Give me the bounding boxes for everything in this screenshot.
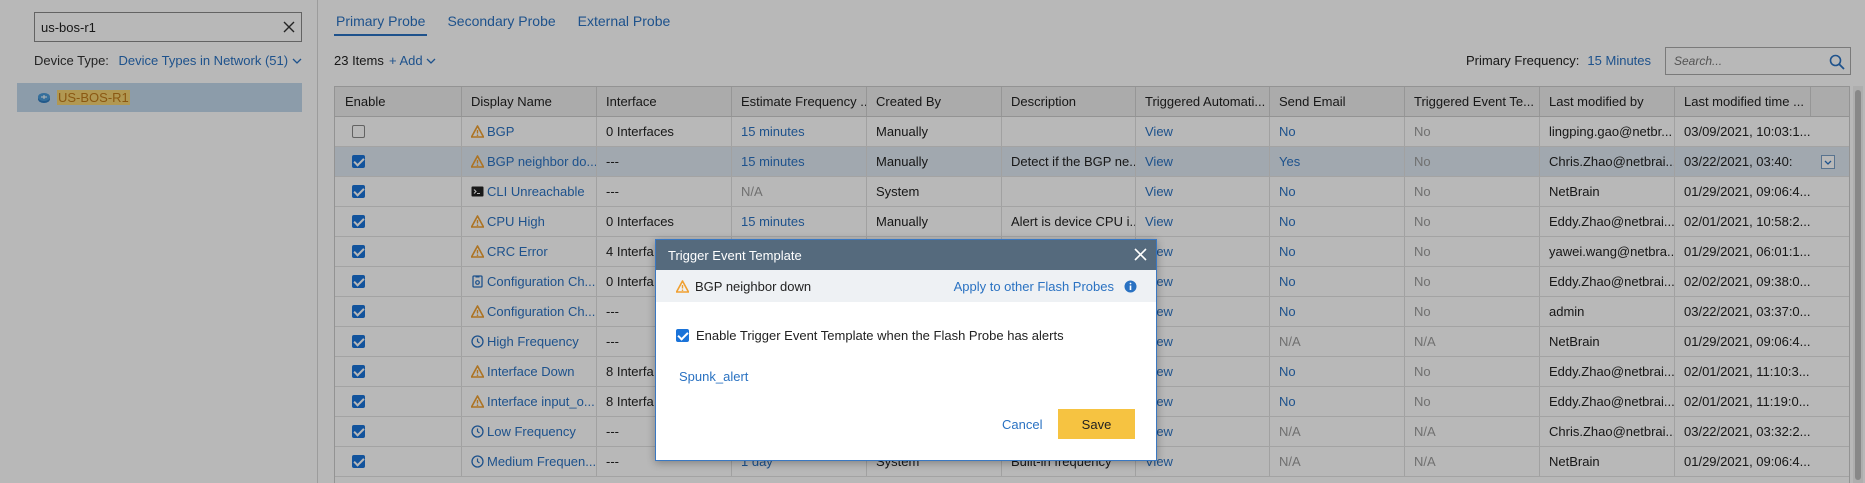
warning-icon — [676, 279, 689, 293]
save-button[interactable]: Save — [1058, 409, 1135, 439]
cancel-button[interactable]: Cancel — [1002, 417, 1042, 432]
probe-info-bar: BGP neighbor down Apply to other Flash P… — [656, 270, 1156, 302]
enable-template-checkbox[interactable] — [676, 329, 689, 342]
enable-template-label: Enable Trigger Event Template when the F… — [696, 328, 1064, 343]
apply-to-other-probes-link[interactable]: Apply to other Flash Probes — [954, 279, 1114, 294]
template-link[interactable]: Spunk_alert — [679, 369, 748, 384]
enable-template-row: Enable Trigger Event Template when the F… — [676, 328, 1064, 343]
dialog-header: Trigger Event Template — [656, 240, 1156, 270]
dialog-title: Trigger Event Template — [668, 247, 802, 263]
close-icon[interactable] — [1134, 248, 1147, 261]
probe-name: BGP neighbor down — [695, 278, 812, 294]
info-icon[interactable] — [1124, 280, 1137, 293]
trigger-event-template-dialog: Trigger Event Template BGP neighbor down… — [655, 239, 1157, 461]
